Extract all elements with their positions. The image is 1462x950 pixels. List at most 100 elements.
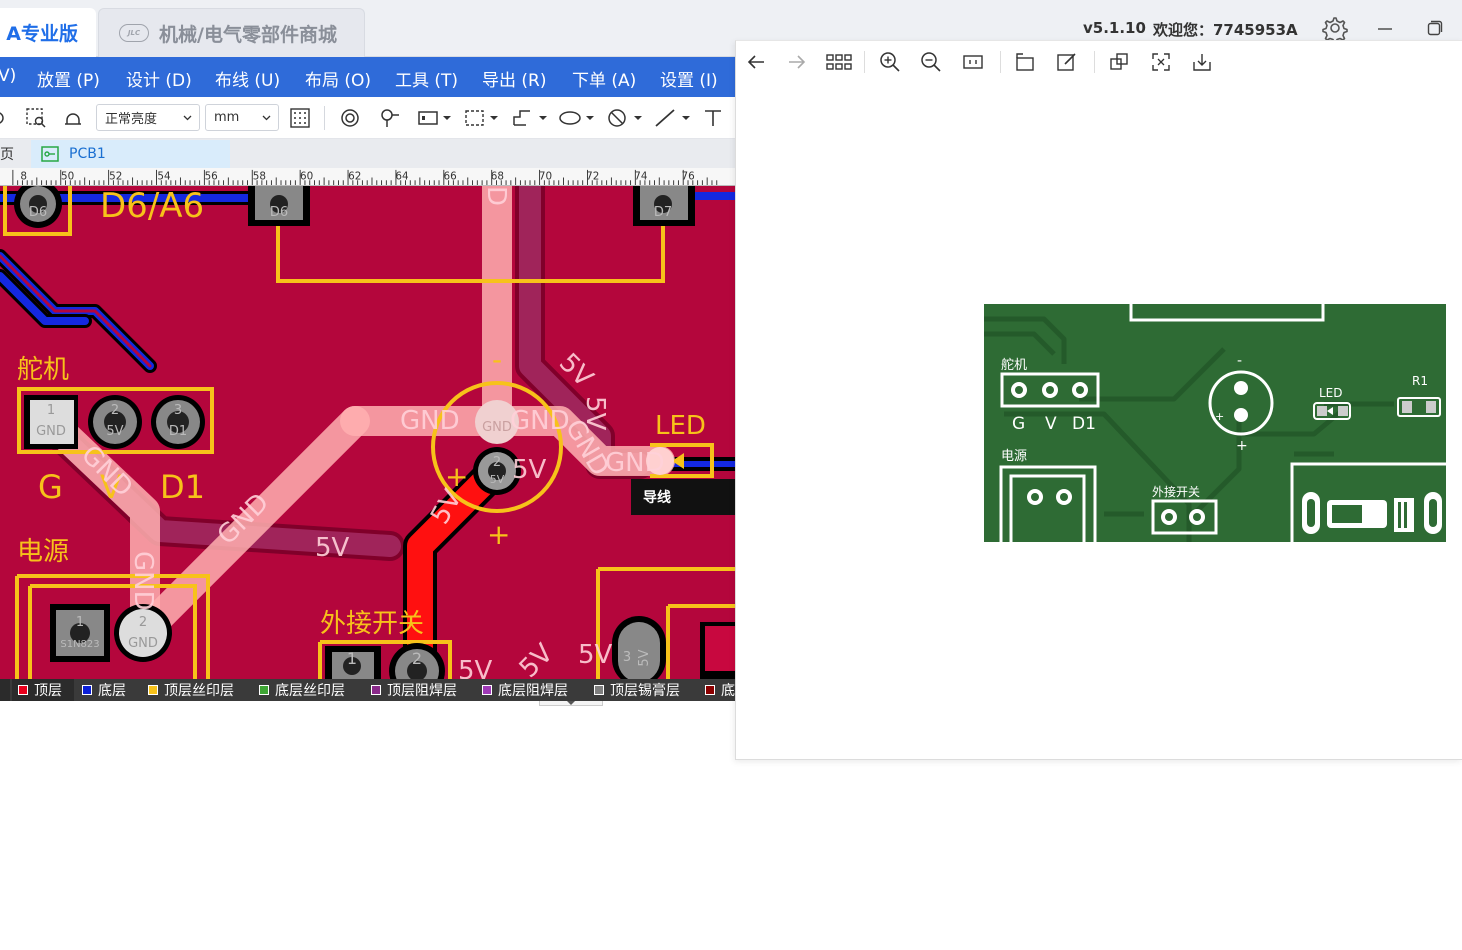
edit-icon[interactable] <box>1056 51 1078 73</box>
ellipse-icon[interactable] <box>557 107 597 129</box>
tab-pcb1[interactable]: PCB1 <box>31 140 230 168</box>
brightness-select[interactable]: 正常亮度 <box>96 104 200 131</box>
welcome-label: 欢迎您：7745953A <box>1153 21 1298 39</box>
zoom-out-icon[interactable] <box>920 51 942 73</box>
app-tab-mall-label: 机械/电气零部件商城 <box>159 23 337 46</box>
layer-top-label: 顶层 <box>34 683 62 699</box>
pad-label: GND <box>36 424 66 439</box>
preview-label-g: G <box>1012 414 1025 434</box>
area-icon[interactable] <box>463 107 501 129</box>
translate-icon[interactable] <box>1108 51 1130 73</box>
toolbar-divider <box>1094 51 1095 73</box>
menu-settings[interactable]: 设置 (I) <box>660 66 718 91</box>
no-connect-icon[interactable] <box>605 107 645 129</box>
net-label-5v: 5V <box>578 640 613 670</box>
layer-swatch <box>82 685 92 695</box>
app-tab-pro[interactable]: A专业版 <box>0 8 96 57</box>
ruler-label: 66 <box>444 170 457 182</box>
layer-swatch <box>482 685 492 695</box>
layer-swatch <box>18 685 28 695</box>
pad-label: D1 <box>169 424 187 439</box>
chevron-down-icon <box>262 115 271 121</box>
actual-size-icon[interactable] <box>962 51 984 73</box>
menu-view[interactable]: V) <box>0 66 16 86</box>
pcb-label-g: G <box>38 468 63 506</box>
pcb-label-d6a6: D6/A6 <box>100 186 204 226</box>
pad-label: 2 <box>111 403 119 418</box>
unit-select[interactable]: mm <box>205 104 279 131</box>
document-tabs: 首页 PCB1 <box>0 139 735 168</box>
via-icon[interactable] <box>339 107 361 129</box>
minimize-icon[interactable] <box>1377 20 1393 36</box>
layer-bottom-silk[interactable]: 底层丝印层 <box>259 679 345 701</box>
layer-bottom-paste[interactable]: 底 <box>705 679 735 701</box>
app-tab-pro-label: A专业版 <box>6 23 78 45</box>
net-label-gnd: GND <box>128 551 158 611</box>
grid-view-icon[interactable] <box>826 51 852 73</box>
app-tab-mall[interactable]: JLC 机械/电气零部件商城 <box>98 8 365 57</box>
restore-icon[interactable] <box>1427 20 1443 36</box>
menu-order[interactable]: 下单 (A) <box>572 66 636 91</box>
pcb-canvas[interactable]: D6/A6 舵机 G V D1 电源 LED 外接开关 + - + D6 D6 … <box>0 186 735 679</box>
net-label-5v: 5V <box>512 455 547 485</box>
preview-label-ext-switch: 外接开关 <box>1152 484 1200 499</box>
layer-swatch <box>259 685 269 695</box>
ruler-label: 50 <box>61 170 74 182</box>
grid-icon[interactable] <box>289 107 311 129</box>
ruler-label: 60 <box>300 170 313 182</box>
download-icon[interactable] <box>1191 51 1213 73</box>
menu-place[interactable]: 放置 (P) <box>37 66 100 91</box>
menu-route[interactable]: 布线 (U) <box>215 66 280 91</box>
layer-top[interactable]: 顶层 <box>12 679 74 701</box>
zoom-in-icon[interactable] <box>879 51 901 73</box>
layer-top-mask[interactable]: 顶层阻焊层 <box>371 679 457 701</box>
pcb-icon <box>41 146 59 162</box>
layer-bar: 顶层 底层 顶层丝印层 底层丝印层 顶层阻焊层 底层阻焊层 顶层锡膏层 底 <box>0 679 735 701</box>
ruler-label: 76 <box>682 170 695 182</box>
layer-bottom-label: 底层 <box>98 683 126 699</box>
preview-label-led: LED <box>1319 386 1343 400</box>
preview-label-power: 电源 <box>1001 449 1027 464</box>
net-label-5v: 5V <box>315 533 350 563</box>
box-select-icon[interactable] <box>25 107 47 129</box>
pad-label: S1N823 <box>60 639 99 650</box>
layer-top-silk[interactable]: 顶层丝印层 <box>148 679 234 701</box>
ruler-label: 68 <box>491 170 504 182</box>
pcb-label-minus: - <box>492 343 502 376</box>
polyline-icon[interactable] <box>510 107 550 129</box>
pad-label: GND <box>482 420 512 435</box>
back-arrow-icon[interactable] <box>745 51 767 73</box>
pcb-3d-preview-image: 舵机 G V D1 电源 外接开关 LED R1 + - + <box>984 304 1446 542</box>
ruler-label: 64 <box>395 170 409 182</box>
text-icon[interactable] <box>702 107 724 129</box>
menu-export[interactable]: 导出 (R) <box>482 66 546 91</box>
rotate-icon[interactable] <box>1014 51 1036 73</box>
layer-bottom-mask[interactable]: 底层阻焊层 <box>482 679 568 701</box>
pad-label: 2 <box>412 649 422 668</box>
lasso-icon[interactable] <box>0 107 14 129</box>
gear-icon[interactable] <box>1320 14 1348 42</box>
pad-icon[interactable] <box>379 107 401 129</box>
pcb-label-ext-switch: 外接开关 <box>320 609 424 639</box>
layer-top-silk-label: 顶层丝印层 <box>164 683 234 699</box>
menu-layout[interactable]: 布局 (O) <box>305 66 371 91</box>
preview-label-plus: + <box>1236 438 1248 454</box>
eraser-icon[interactable] <box>62 107 84 129</box>
menu-design[interactable]: 设计 (D) <box>126 66 192 91</box>
tab-home[interactable]: 首页 <box>0 139 30 168</box>
pad-label: 2 <box>493 455 501 470</box>
layer-swatch <box>148 685 158 695</box>
tooltip: 导线 <box>631 479 735 515</box>
pad-label: 1 <box>76 615 84 630</box>
layer-bottom[interactable]: 底层 <box>82 679 126 701</box>
line-icon[interactable] <box>653 107 693 129</box>
menu-tools[interactable]: 工具 (T) <box>395 66 458 91</box>
pad-label: 3 <box>623 650 631 665</box>
layer-top-paste[interactable]: 顶层锡膏层 <box>594 679 680 701</box>
layer-swatch <box>705 685 715 695</box>
layer-swatch <box>371 685 381 695</box>
component-icon[interactable] <box>417 107 453 129</box>
fullscreen-icon[interactable] <box>1150 51 1172 73</box>
forward-arrow-icon[interactable] <box>786 51 808 73</box>
preview-label-servo: 舵机 <box>1001 358 1027 373</box>
